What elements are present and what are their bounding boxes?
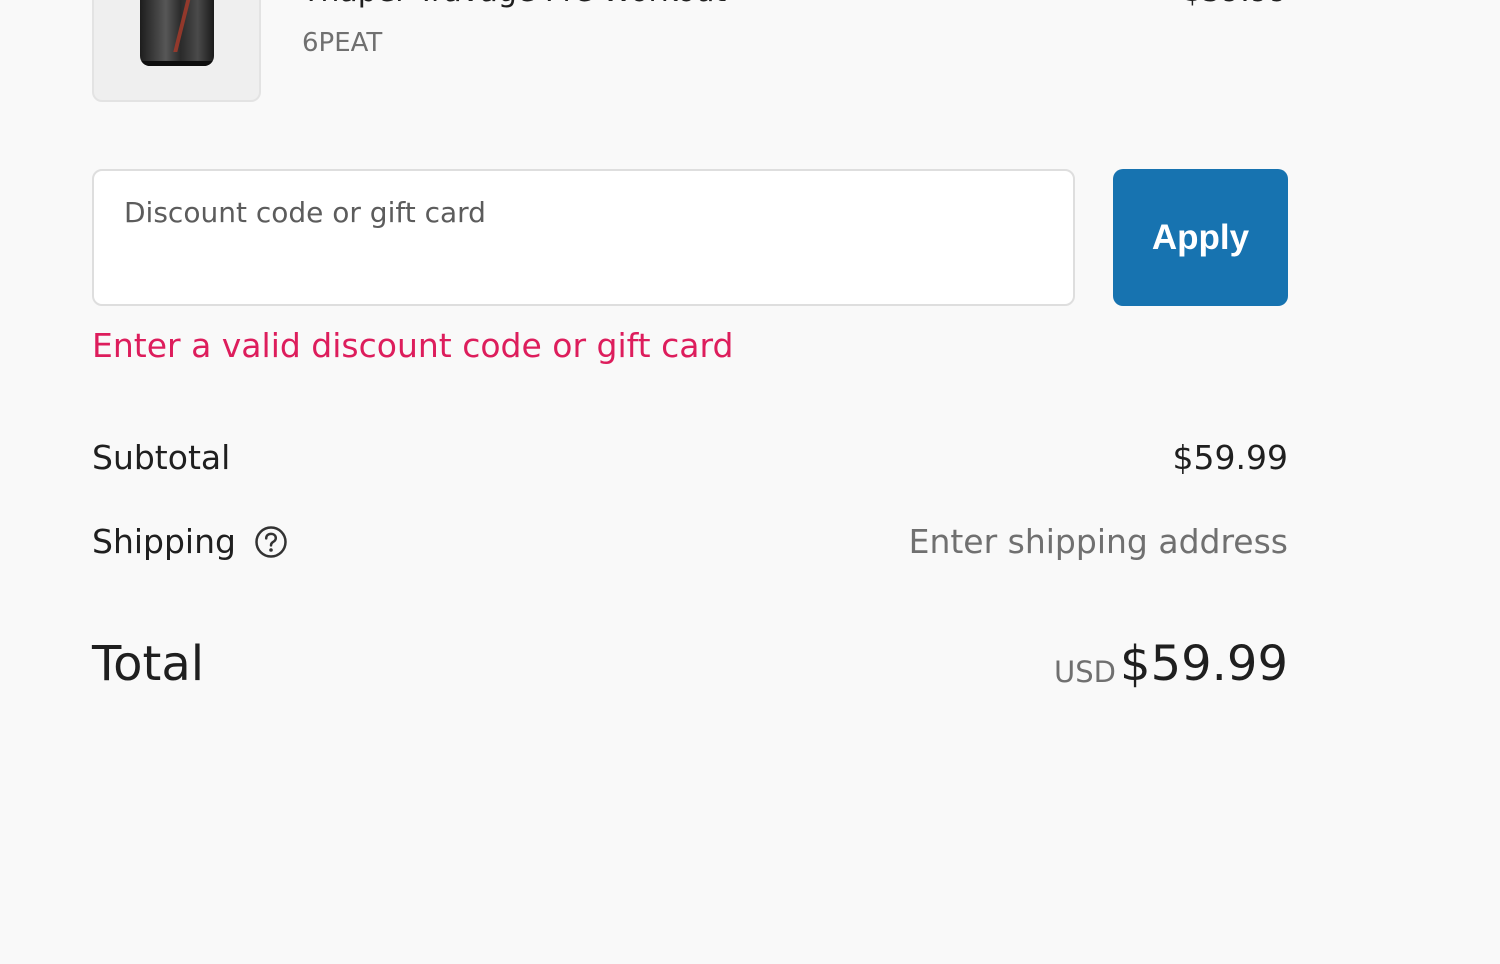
shipping-value: Enter shipping address bbox=[908, 522, 1288, 561]
discount-code-input[interactable] bbox=[92, 169, 1075, 306]
product-name: Thaper Travage Pre-Workout bbox=[302, 0, 726, 9]
question-circle-icon[interactable] bbox=[254, 525, 288, 559]
apply-discount-button[interactable]: Apply bbox=[1113, 169, 1288, 306]
product-image bbox=[140, 0, 214, 66]
product-thumbnail bbox=[92, 0, 261, 102]
subtotal-value: $59.99 bbox=[1172, 438, 1288, 477]
product-vendor: 6PEAT bbox=[302, 28, 383, 58]
subtotal-label: Subtotal bbox=[92, 438, 231, 477]
total-label: Total bbox=[92, 636, 205, 692]
shipping-label: Shipping bbox=[92, 522, 236, 561]
total-currency: USD bbox=[1054, 655, 1116, 689]
total-value: $59.99 bbox=[1120, 636, 1288, 692]
discount-error-message: Enter a valid discount code or gift card bbox=[92, 326, 734, 365]
product-price: $59.99 bbox=[1183, 0, 1288, 9]
